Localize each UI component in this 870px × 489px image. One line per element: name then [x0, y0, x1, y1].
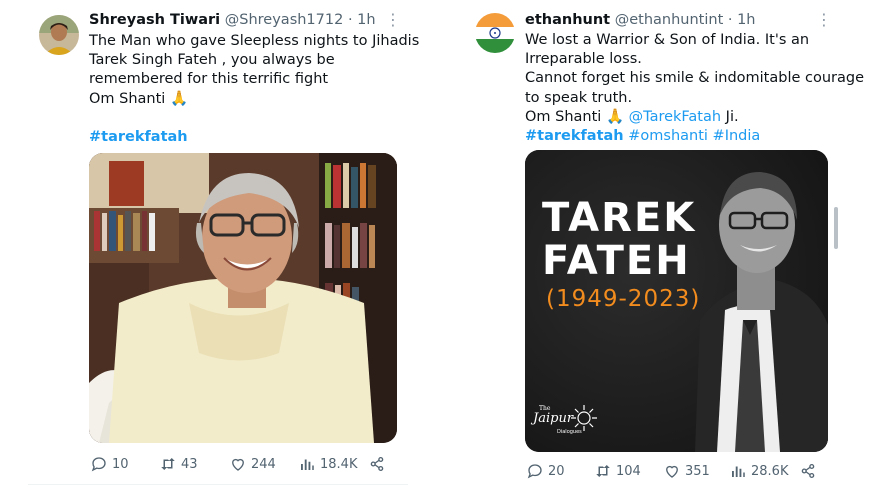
flag-avatar-image [475, 13, 515, 53]
retweet-icon [596, 465, 610, 477]
poster-title-line1: TAREK [542, 195, 697, 241]
tweet-text-line: Om Shanti 🙏 @TarekFatah Ji. [525, 108, 864, 127]
reply-count: 20 [548, 463, 565, 479]
views-button[interactable]: 28.6K [729, 462, 788, 480]
analytics-icon [301, 459, 314, 470]
heart-icon [666, 465, 678, 478]
tweet-card[interactable]: Shreyash Tiwari @Shreyash1712 · 1h ⋮ The… [28, 0, 419, 489]
tweet-text: We lost a Warrior & Son of India. It's a… [525, 31, 864, 146]
poster-years: (1949-2023) [546, 286, 701, 312]
tweet-card[interactable]: ethanhunt @ethanhuntint · 1h ⋮ We lost a… [463, 0, 864, 489]
brand-name: Jaipur [533, 411, 574, 426]
sun-logo-icon [571, 405, 597, 431]
avatar[interactable] [39, 15, 79, 55]
user-handle[interactable]: @Shreyash1712 [225, 12, 344, 28]
retweet-button[interactable]: 43 [159, 455, 198, 473]
tweet-text-fragment: Ji. [721, 108, 739, 125]
hashtag-link[interactable]: #tarekfatah [525, 128, 624, 144]
tweet-text-line: remembered for this terrific fight [89, 71, 329, 88]
tweet-photo[interactable]: TAREK FATEH (1949-2023) The Jaipur Dialo… [525, 150, 828, 452]
heart-icon [232, 458, 244, 471]
display-name[interactable]: ethanhunt [525, 12, 610, 28]
reply-count: 10 [112, 456, 129, 472]
tweet-text-line: Om Shanti 🙏 [89, 90, 188, 107]
more-options-icon[interactable]: ⋮ [816, 12, 832, 28]
tweet-text-fragment: Om Shanti 🙏 [525, 108, 629, 125]
share-button[interactable] [799, 462, 817, 480]
tweet-photo[interactable] [89, 153, 397, 443]
poster-title-line2: FATEH [542, 238, 691, 284]
reply-icon [91, 457, 106, 472]
separator: · [347, 12, 353, 28]
tweet-header: ethanhunt @ethanhuntint · 1h [525, 12, 756, 28]
views-button[interactable]: 18.4K [298, 455, 357, 473]
display-name[interactable]: Shreyash Tiwari [89, 12, 220, 28]
tweet-text-line: to speak truth. [525, 89, 633, 106]
hashtag-link[interactable]: #omshanti [628, 128, 708, 144]
share-button[interactable] [368, 455, 386, 473]
tweet-text-line: Cannot forget his smile & indomitable co… [525, 70, 865, 87]
retweet-button[interactable]: 104 [594, 462, 641, 480]
analytics-icon [732, 466, 745, 477]
share-icon [801, 463, 815, 479]
more-options-icon[interactable]: ⋮ [385, 12, 401, 28]
scrollbar-thumb[interactable] [834, 207, 838, 249]
retweet-count: 104 [616, 463, 641, 479]
tweet-text-line: We lost a Warrior & Son of India. It's a… [525, 32, 810, 48]
timestamp[interactable]: 1h [737, 12, 755, 28]
like-button[interactable]: 351 [663, 462, 710, 480]
portrait-photo [89, 153, 397, 443]
user-handle[interactable]: @ethanhuntint [615, 12, 724, 28]
like-button[interactable]: 244 [229, 455, 276, 473]
reply-icon [527, 464, 542, 479]
retweet-count: 43 [181, 456, 198, 472]
timestamp[interactable]: 1h [357, 12, 375, 28]
reply-button[interactable]: 10 [90, 455, 129, 473]
divider [28, 484, 408, 485]
tweet-text-line: Tarek Singh Fateh , you always be [89, 52, 335, 69]
mention-link[interactable]: @TarekFatah [629, 109, 721, 125]
tweet-text-line: The Man who gave Sleepless nights to Jih… [89, 33, 420, 49]
retweet-icon [161, 458, 175, 470]
avatar[interactable] [475, 13, 515, 53]
separator: · [727, 12, 733, 28]
reply-button[interactable]: 20 [526, 462, 565, 480]
like-count: 244 [251, 456, 276, 472]
view-count: 18.4K [320, 456, 358, 472]
hashtag-link[interactable]: #tarekfatah [89, 128, 419, 147]
view-count: 28.6K [751, 463, 789, 479]
tweet-text: The Man who gave Sleepless nights to Jih… [89, 32, 419, 147]
avatar-image [39, 15, 79, 55]
tweet-header: Shreyash Tiwari @Shreyash1712 · 1h [89, 12, 376, 28]
hashtag-line: #tarekfatah #omshanti #India [525, 127, 864, 146]
hashtag-link[interactable]: #India [713, 128, 761, 144]
like-count: 351 [685, 463, 710, 479]
share-icon [370, 456, 384, 472]
tweet-text-line: Irreparable loss. [525, 51, 642, 68]
